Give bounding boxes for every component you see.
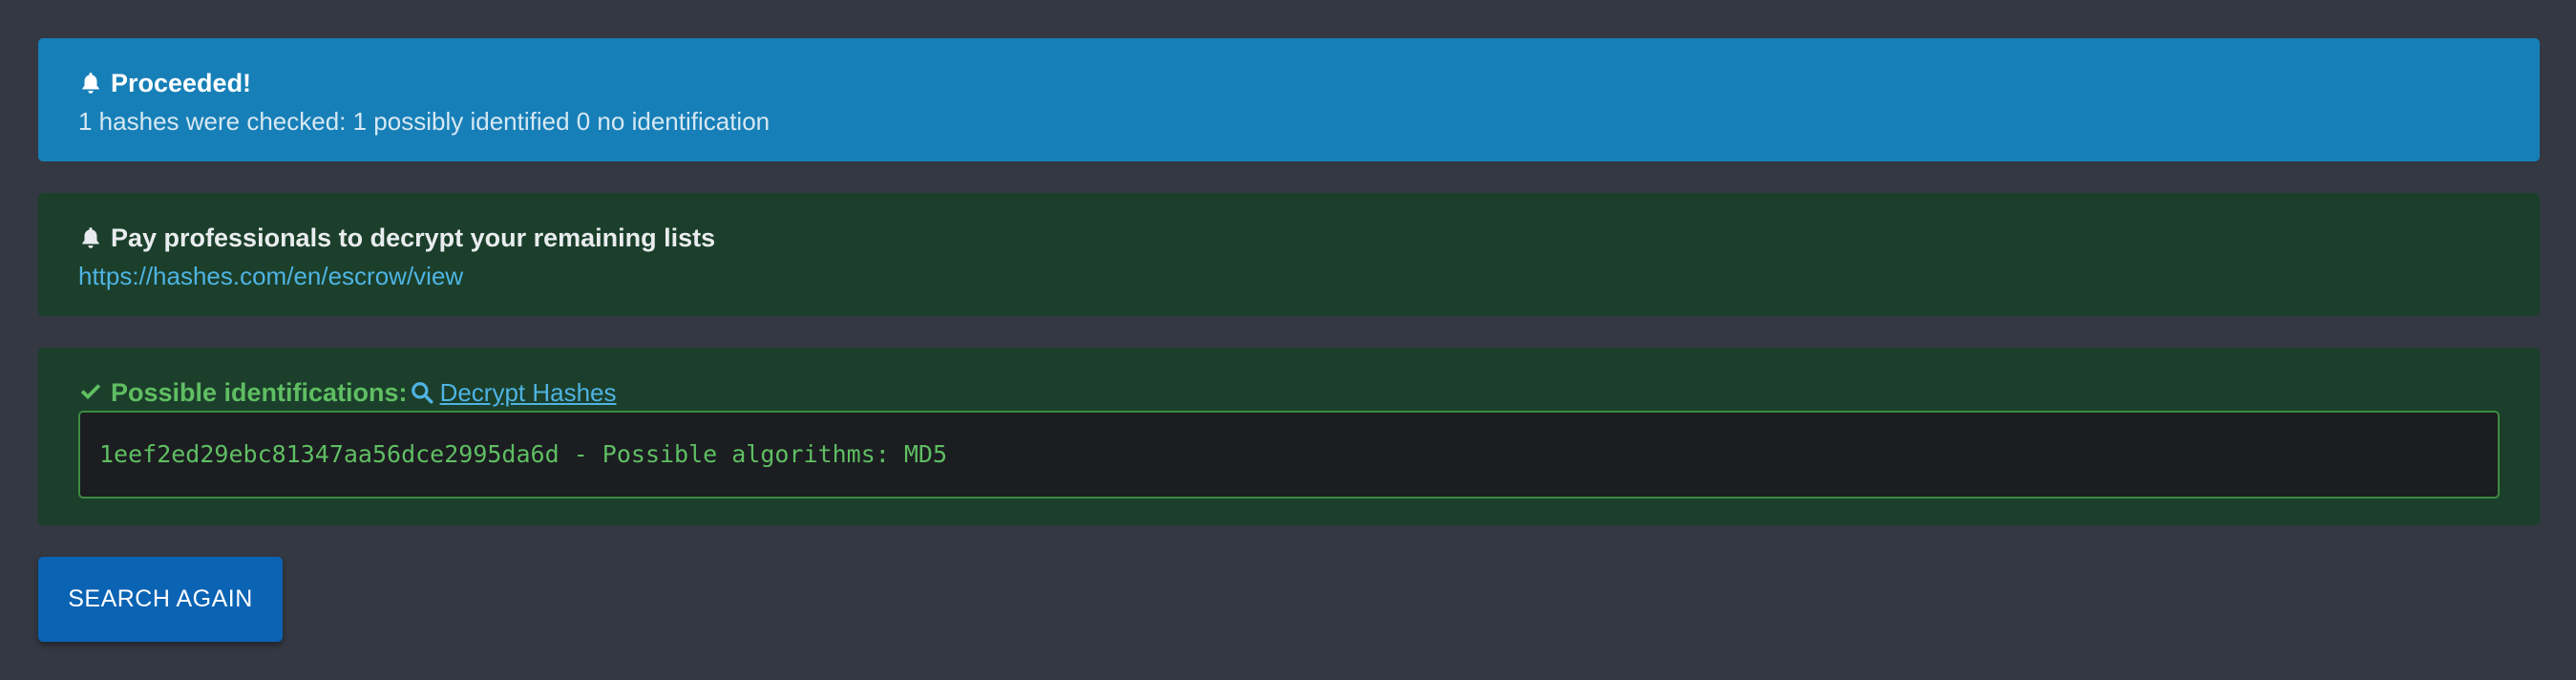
escrow-alert: Pay professionals to decrypt your remain… xyxy=(38,193,2540,316)
result-alert-title-row: Possible identifications: Decrypt Hashes xyxy=(78,376,617,409)
escrow-link[interactable]: https://hashes.com/en/escrow/view xyxy=(78,262,463,290)
escrow-alert-title: Pay professionals to decrypt your remain… xyxy=(111,223,716,252)
result-alert: Possible identifications: Decrypt Hashes… xyxy=(38,348,2540,525)
hash-result-output[interactable]: 1eef2ed29ebc81347aa56dce2995da6d - Possi… xyxy=(78,411,2500,499)
info-alert: Proceeded! 1 hashes were checked: 1 poss… xyxy=(38,38,2540,161)
search-again-button[interactable]: SEARCH AGAIN xyxy=(38,557,283,642)
decrypt-hashes-label: Decrypt Hashes xyxy=(439,378,617,407)
bell-icon xyxy=(78,225,103,250)
result-alert-title: Possible identifications: xyxy=(111,378,408,407)
escrow-alert-title-row: Pay professionals to decrypt your remain… xyxy=(78,222,715,254)
check-icon xyxy=(78,380,103,405)
info-alert-title: Proceeded! xyxy=(111,69,252,97)
search-icon xyxy=(410,380,434,405)
bell-icon xyxy=(78,71,103,96)
decrypt-hashes-link[interactable]: Decrypt Hashes xyxy=(410,376,617,409)
info-alert-title-row: Proceeded! xyxy=(78,67,251,99)
escrow-alert-text: https://hashes.com/en/escrow/view xyxy=(78,260,463,292)
info-alert-message: 1 hashes were checked: 1 possibly identi… xyxy=(78,107,771,136)
